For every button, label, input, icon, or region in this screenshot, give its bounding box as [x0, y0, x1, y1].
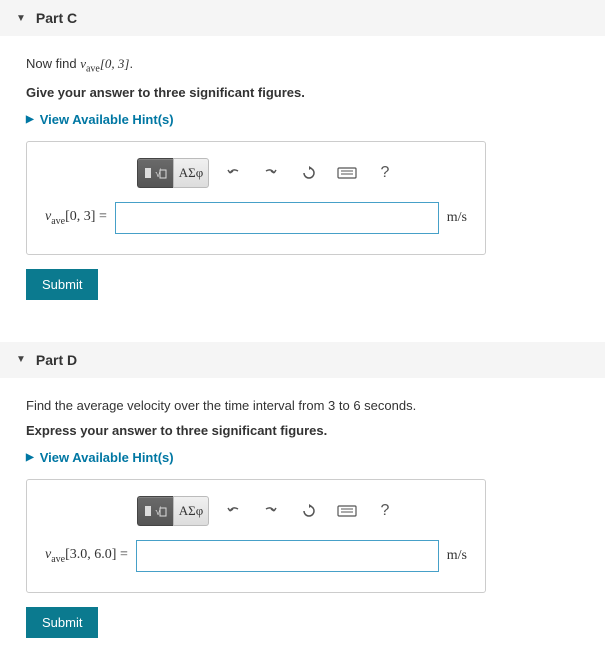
templates-button[interactable]: √ [137, 158, 173, 188]
equation-toolbar: √ ΑΣφ ? [45, 496, 467, 526]
part-c-title: Part C [36, 10, 77, 26]
hints-label: View Available Hint(s) [40, 112, 174, 127]
undo-button[interactable] [219, 159, 247, 187]
submit-button[interactable]: Submit [26, 607, 98, 638]
part-c-instruction: Give your answer to three significant fi… [26, 85, 579, 100]
help-button[interactable]: ? [371, 497, 399, 525]
greek-button[interactable]: ΑΣφ [173, 496, 209, 526]
reset-button[interactable] [295, 497, 323, 525]
view-hints-link[interactable]: ▶ View Available Hint(s) [26, 112, 579, 127]
part-d-title: Part D [36, 352, 77, 368]
part-c-header[interactable]: ▼ Part C [0, 0, 605, 36]
hints-label: View Available Hint(s) [40, 450, 174, 465]
greek-button[interactable]: ΑΣφ [173, 158, 209, 188]
redo-button[interactable] [257, 497, 285, 525]
keyboard-button[interactable] [333, 497, 361, 525]
equation-toolbar: √ ΑΣφ ? [45, 158, 467, 188]
format-button-group: √ ΑΣφ [137, 158, 209, 188]
redo-button[interactable] [257, 159, 285, 187]
answer-lhs: vave[0, 3] = [45, 209, 107, 227]
part-d-answer-box: √ ΑΣφ ? vave[3.0, 6.0] = m/s [26, 479, 486, 593]
collapse-icon: ▼ [16, 354, 26, 365]
submit-button[interactable]: Submit [26, 269, 98, 300]
reset-button[interactable] [295, 159, 323, 187]
collapse-icon: ▼ [16, 13, 26, 24]
part-c-prompt: Now find vave[0, 3]. [26, 54, 579, 77]
answer-unit: m/s [447, 548, 467, 564]
part-d-prompt: Find the average velocity over the time … [26, 396, 579, 416]
chevron-right-icon: ▶ [26, 452, 34, 463]
answer-input-row: vave[3.0, 6.0] = m/s [45, 540, 467, 572]
part-d-header[interactable]: ▼ Part D [0, 342, 605, 378]
answer-unit: m/s [447, 210, 467, 226]
part-d-body: Find the average velocity over the time … [0, 378, 605, 660]
help-button[interactable]: ? [371, 159, 399, 187]
templates-button[interactable]: √ [137, 496, 173, 526]
part-c-answer-box: √ ΑΣφ ? vave[0, 3] = m/s [26, 141, 486, 255]
part-d-instruction: Express your answer to three significant… [26, 423, 579, 438]
answer-lhs: vave[3.0, 6.0] = [45, 547, 128, 565]
answer-input[interactable] [115, 202, 439, 234]
chevron-right-icon: ▶ [26, 114, 34, 125]
view-hints-link[interactable]: ▶ View Available Hint(s) [26, 450, 579, 465]
undo-button[interactable] [219, 497, 247, 525]
format-button-group: √ ΑΣφ [137, 496, 209, 526]
part-c-body: Now find vave[0, 3]. Give your answer to… [0, 36, 605, 322]
answer-input[interactable] [136, 540, 439, 572]
answer-input-row: vave[0, 3] = m/s [45, 202, 467, 234]
keyboard-button[interactable] [333, 159, 361, 187]
